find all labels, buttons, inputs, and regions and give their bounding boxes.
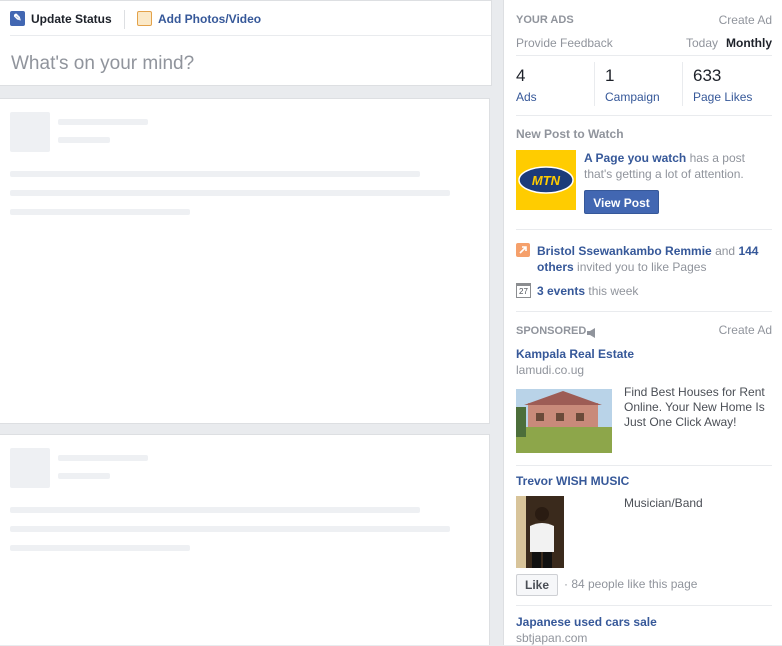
- invites-count[interactable]: 144: [738, 244, 758, 258]
- your-ads-heading: YOUR ADS: [516, 14, 574, 26]
- loading-post-card: [0, 434, 490, 645]
- invites-others-link[interactable]: others: [537, 260, 574, 274]
- ad-body-line-3: Just One Click Away!: [624, 415, 737, 429]
- divider: [516, 311, 772, 312]
- text-placeholder: [10, 190, 450, 196]
- mtn-logo[interactable]: MTN: [516, 150, 576, 210]
- tab-add-photos[interactable]: Add Photos/Video: [137, 11, 261, 26]
- sponsored-heading: SPONSORED: [516, 325, 587, 337]
- text-placeholder: [58, 137, 110, 143]
- tab-update-status-label: Update Status: [31, 11, 112, 26]
- ad-domain-sbtjapan[interactable]: sbtjapan.com: [516, 631, 587, 646]
- divider: [516, 115, 772, 116]
- loading-post-card: [0, 98, 490, 424]
- page-likes-text: · 84 people like this page: [564, 577, 698, 591]
- divider: [516, 55, 772, 56]
- tab-divider: [124, 10, 125, 29]
- tab-add-photos-label: Add Photos/Video: [158, 11, 262, 26]
- events-rest: this week: [588, 284, 639, 298]
- status-input[interactable]: What's on your mind?: [11, 53, 194, 75]
- divider: [516, 465, 772, 466]
- create-ad-link[interactable]: Create Ad: [719, 323, 772, 338]
- stat-divider: [594, 62, 595, 106]
- avatar-placeholder: [10, 448, 50, 488]
- mtn-logo-text: MTN: [532, 173, 561, 188]
- pencil-icon: ✎: [10, 11, 25, 26]
- right-sidebar: YOUR ADS Create Ad Provide Feedback Toda…: [503, 0, 782, 645]
- campaign-label[interactable]: Campaign: [605, 90, 660, 105]
- ad-body-line-2: Online. Your New Home Is: [624, 400, 765, 414]
- text-placeholder: [10, 209, 190, 215]
- monthly-filter[interactable]: Monthly: [726, 36, 772, 51]
- text-placeholder: [10, 526, 450, 532]
- ad-category: Musician/Band: [624, 496, 703, 510]
- stat-divider: [682, 62, 683, 106]
- ads-label[interactable]: Ads: [516, 90, 537, 105]
- ad-title-kampala[interactable]: Kampala Real Estate: [516, 347, 634, 362]
- text-placeholder: [10, 507, 420, 513]
- photo-icon: [137, 11, 152, 26]
- ad-image-musician[interactable]: [516, 496, 564, 568]
- campaign-count: 1: [605, 66, 615, 85]
- create-ad-link[interactable]: Create Ad: [719, 13, 772, 28]
- new-post-text-1: has a post: [689, 151, 745, 165]
- invites-and: and: [715, 244, 736, 258]
- ad-body-line-1: Find Best Houses for Rent: [624, 385, 765, 399]
- status-composer: ✎ Update Status Add Photos/Video What's …: [0, 0, 492, 86]
- tab-update-status[interactable]: ✎ Update Status: [10, 11, 112, 26]
- avatar-placeholder: [10, 112, 50, 152]
- ad-title-trevor[interactable]: Trevor WISH MUSIC: [516, 474, 629, 489]
- events-link[interactable]: 3 events: [537, 284, 585, 298]
- like-page-button[interactable]: Like: [516, 574, 558, 596]
- text-placeholder: [10, 545, 190, 551]
- provide-feedback-link[interactable]: Provide Feedback: [516, 36, 613, 51]
- today-filter[interactable]: Today: [686, 36, 718, 51]
- view-post-button[interactable]: View Post: [584, 190, 659, 214]
- new-post-text-2: that's getting a lot of attention.: [584, 167, 744, 181]
- divider: [516, 605, 772, 606]
- page-invite-icon: [516, 243, 530, 257]
- page-likes-count: 633: [693, 66, 722, 85]
- divider: [516, 229, 772, 230]
- ads-count: 4: [516, 66, 526, 85]
- mtn-logo-icon: MTN: [518, 166, 574, 194]
- musician-photo-icon: [516, 496, 564, 568]
- inviter-name-link[interactable]: Bristol Ssewankambo Remmie: [537, 244, 712, 258]
- text-placeholder: [58, 473, 110, 479]
- page-you-watch-link[interactable]: A Page you watch: [584, 151, 686, 165]
- ad-title-japanese-cars[interactable]: Japanese used cars sale: [516, 615, 657, 630]
- ad-domain-lamudi[interactable]: lamudi.co.ug: [516, 363, 584, 378]
- text-placeholder: [58, 455, 148, 461]
- text-placeholder: [10, 171, 420, 177]
- invites-rest: invited you to like Pages: [577, 260, 707, 274]
- composer-divider: [10, 35, 491, 36]
- megaphone-icon: [586, 325, 598, 338]
- new-post-heading: New Post to Watch: [516, 127, 624, 141]
- calendar-icon: 27: [516, 283, 531, 298]
- ad-image-house[interactable]: [516, 389, 612, 453]
- text-placeholder: [58, 119, 148, 125]
- house-image-icon: [516, 389, 612, 453]
- page-likes-label[interactable]: Page Likes: [693, 90, 752, 105]
